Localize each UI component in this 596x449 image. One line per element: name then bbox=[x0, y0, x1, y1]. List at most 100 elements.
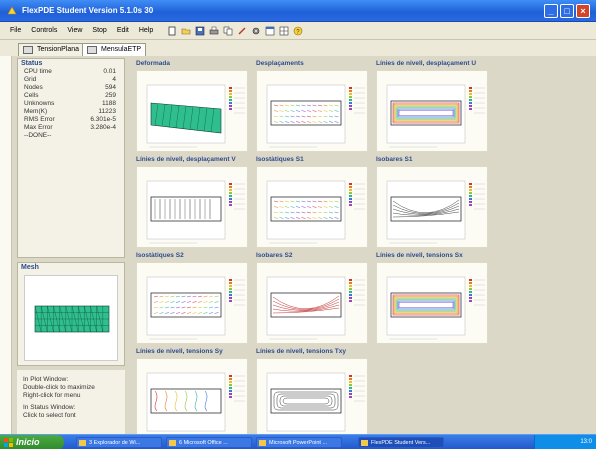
menu-help[interactable]: Help bbox=[139, 27, 153, 34]
legend-swatch bbox=[469, 291, 472, 293]
taskbar-item[interactable]: Microsoft PowerPoint ... bbox=[256, 437, 342, 448]
legend-swatch bbox=[349, 96, 352, 98]
print-icon[interactable] bbox=[209, 26, 219, 36]
menu-controls[interactable]: Controls bbox=[31, 27, 57, 34]
legend-swatch bbox=[469, 285, 472, 287]
plot-thumbnail[interactable] bbox=[376, 262, 488, 344]
grid-view-icon[interactable] bbox=[279, 26, 289, 36]
plot-svg bbox=[146, 276, 245, 340]
toolbar: ? bbox=[167, 26, 303, 36]
legend-swatch bbox=[349, 201, 352, 203]
plot-window[interactable]: Isostàtiques S2 bbox=[134, 252, 250, 344]
plot-frame bbox=[266, 180, 346, 240]
windows-flag-icon bbox=[4, 438, 13, 447]
plot-thumbnail[interactable] bbox=[256, 262, 368, 344]
help-text-panel: In Plot Window: Double-click to maximize… bbox=[17, 370, 125, 434]
plot-window[interactable]: Deformada bbox=[134, 60, 250, 152]
start-label: Inicio bbox=[16, 437, 40, 447]
plot-window[interactable]: Línies de nivell, desplaçament V bbox=[134, 156, 250, 248]
plot-title: Deformada bbox=[136, 60, 170, 67]
plot-svg bbox=[266, 276, 365, 340]
settings-gear-icon[interactable] bbox=[251, 26, 261, 36]
legend-swatch bbox=[349, 291, 352, 293]
status-value: 6.301e-5 bbox=[90, 116, 116, 123]
maximize-button[interactable]: □ bbox=[560, 4, 574, 18]
plot-window[interactable]: Isobares S2 bbox=[254, 252, 370, 344]
plot-svg bbox=[386, 180, 485, 244]
plot-window[interactable]: Isobares S1 bbox=[374, 156, 490, 248]
plot-window[interactable]: Línies de nivell, desplaçament U bbox=[374, 60, 490, 152]
status-row: Grid 4 bbox=[18, 76, 124, 84]
legend-swatch bbox=[349, 99, 352, 101]
plot-svg bbox=[266, 180, 365, 244]
plot-frame bbox=[266, 84, 346, 144]
menu-edit[interactable]: Edit bbox=[117, 27, 129, 34]
window-icon[interactable] bbox=[265, 26, 275, 36]
mesh-plot[interactable] bbox=[24, 275, 118, 361]
plot-thumbnail[interactable] bbox=[256, 70, 368, 152]
legend-swatch bbox=[469, 279, 472, 281]
copy-icon[interactable] bbox=[223, 26, 233, 36]
status-title: Status bbox=[21, 60, 43, 67]
legend-swatch bbox=[349, 87, 352, 89]
start-button[interactable]: Inicio bbox=[0, 435, 64, 449]
app-icon bbox=[361, 440, 368, 446]
menu-stop[interactable]: Stop bbox=[92, 27, 106, 34]
menu-view[interactable]: View bbox=[67, 27, 82, 34]
plot-window[interactable]: Línies de nivell, tensions Sx bbox=[374, 252, 490, 344]
plot-thumbnail[interactable] bbox=[256, 358, 368, 440]
legend-swatch bbox=[229, 183, 232, 185]
tab-mensulaetp[interactable]: MensulaETP bbox=[82, 43, 147, 56]
status-row: Cells 259 bbox=[18, 92, 124, 100]
plot-title: Isobares S2 bbox=[256, 252, 293, 259]
plot-thumbnail[interactable] bbox=[136, 70, 248, 152]
tab-bar: TensionPlana MensulaETP bbox=[0, 40, 596, 56]
taskbar-item[interactable]: 6 Microsoft Office ... bbox=[166, 437, 252, 448]
plot-window[interactable]: Línies de nivell, tensions Txy bbox=[254, 348, 370, 440]
legend-swatch bbox=[229, 102, 232, 104]
legend-swatch bbox=[349, 381, 352, 383]
clock[interactable]: 13:0 bbox=[580, 439, 592, 445]
legend-swatch bbox=[229, 192, 232, 194]
plot-thumbnail[interactable] bbox=[136, 166, 248, 248]
minimize-button[interactable]: _ bbox=[544, 4, 558, 18]
legend-swatch bbox=[229, 381, 232, 383]
legend-swatch bbox=[469, 93, 472, 95]
status-panel[interactable]: Status CPU time 0.01 Grid 4 Nodes 594 Cells 259… bbox=[17, 58, 125, 258]
plot-window[interactable]: Desplaçaments bbox=[254, 60, 370, 152]
status-label: Grid bbox=[24, 76, 37, 83]
save-icon[interactable] bbox=[195, 26, 205, 36]
legend-swatch bbox=[349, 198, 352, 200]
new-file-icon[interactable] bbox=[167, 26, 177, 36]
plot-thumbnail[interactable] bbox=[136, 262, 248, 344]
close-button[interactable]: × bbox=[576, 4, 590, 18]
plot-window[interactable]: Línies de nivell, tensions Sy bbox=[134, 348, 250, 440]
open-folder-icon[interactable] bbox=[181, 26, 191, 36]
status-row: Max Error 3.280e-4 bbox=[18, 124, 124, 132]
taskbar-item[interactable]: 3 Explorador de Wi... bbox=[76, 437, 162, 448]
menu-file[interactable]: File bbox=[10, 27, 21, 34]
plot-window[interactable]: Isostàtiques S1 bbox=[254, 156, 370, 248]
plot-thumbnail[interactable] bbox=[136, 358, 248, 440]
legend-swatch bbox=[229, 105, 232, 107]
tab-tensionplana[interactable]: TensionPlana bbox=[18, 43, 85, 56]
mesh-svg bbox=[34, 305, 110, 333]
status-label: Cells bbox=[24, 92, 39, 99]
help-icon[interactable]: ? bbox=[293, 26, 303, 36]
taskbar-item-label: 6 Microsoft Office ... bbox=[179, 440, 228, 446]
legend-swatch bbox=[349, 189, 352, 191]
edit-pen-icon[interactable] bbox=[237, 26, 247, 36]
plot-svg bbox=[146, 180, 245, 244]
taskbar-item[interactable]: FlexPDE Student Vers... bbox=[358, 437, 444, 448]
mesh-panel[interactable]: Mesh bbox=[17, 262, 125, 366]
plot-svg bbox=[386, 276, 485, 340]
legend-swatch bbox=[469, 294, 472, 296]
mesh-title: Mesh bbox=[21, 264, 39, 271]
plot-thumbnail[interactable] bbox=[376, 70, 488, 152]
legend-swatch bbox=[469, 105, 472, 107]
plot-thumbnail[interactable] bbox=[256, 166, 368, 248]
system-tray: 13:0 bbox=[534, 435, 596, 449]
legend-swatch bbox=[349, 393, 352, 395]
plot-svg bbox=[386, 84, 485, 148]
plot-thumbnail[interactable] bbox=[376, 166, 488, 248]
